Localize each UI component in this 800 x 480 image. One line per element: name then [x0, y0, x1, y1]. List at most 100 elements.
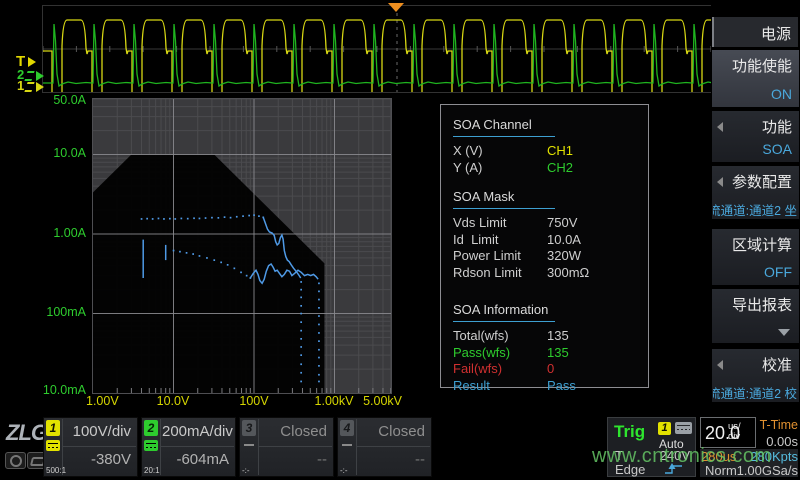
- row-value: 10.0A: [547, 232, 581, 249]
- soa-channel-section: SOA Channel X (V)CH1 Y (A)CH2: [453, 114, 636, 176]
- row-label: Y (A): [453, 160, 547, 177]
- submenu-arrow-icon: [717, 360, 723, 370]
- channel-offset: -604mA: [162, 448, 229, 472]
- menu-item-label: 参数配置: [732, 171, 792, 192]
- menu-item-value: ON: [771, 86, 792, 102]
- row-label: Result: [453, 378, 547, 395]
- menu-item-label: 导出报表: [732, 294, 792, 315]
- menu-item-calibration[interactable]: 校准 电流通道:通道2 校: [712, 349, 799, 402]
- menu-item-function[interactable]: 功能 SOA: [712, 111, 799, 162]
- t-time-label: T-Time: [754, 418, 798, 432]
- x-axis-tick: 10.0V: [152, 394, 194, 408]
- right-arrow-icon: [36, 82, 44, 92]
- y-axis-tick: 50.0A: [34, 93, 86, 107]
- menu-item-function-enable[interactable]: 功能使能 ON: [712, 50, 799, 107]
- row-value: 750V: [547, 215, 577, 232]
- power-button[interactable]: 电源: [712, 17, 798, 47]
- y-axis-tick: 10.0A: [34, 146, 86, 160]
- probe-ratio: -:-: [242, 466, 250, 475]
- menu-item-value: OFF: [764, 264, 792, 280]
- probe-ratio: -:-: [340, 466, 348, 475]
- x-axis-tick: 1.00V: [86, 394, 119, 408]
- channel-scale: Closed: [358, 420, 425, 444]
- x-axis-tick: 5.00kV: [360, 394, 402, 408]
- right-arrow-icon: [28, 57, 36, 67]
- channel-offset: --: [260, 448, 327, 472]
- oscilloscope-screen: T 2 1 50.0A 10.0A 1.00A 100mA 10.0mA 1.0…: [0, 0, 800, 480]
- dropdown-arrow-icon: [778, 329, 790, 336]
- row-label: Total(wfs): [453, 328, 547, 345]
- row-label: Pass(wfs): [453, 345, 547, 362]
- channel-scale: 100V/div: [64, 420, 131, 444]
- trigger-view-waveforms: [42, 5, 712, 93]
- x-axis-tick: 1.00kV: [311, 394, 357, 408]
- row-value: 135: [547, 345, 569, 362]
- dc-coupling-icon: [144, 440, 158, 451]
- menu-item-export-report[interactable]: 导出报表: [712, 289, 799, 343]
- channel-1-badge: 1: [46, 420, 60, 436]
- y-axis-tick: 1.00A: [34, 226, 86, 240]
- channel-4-box[interactable]: 4 -:- Closed --: [337, 417, 432, 477]
- soa-info-panel: SOA Channel X (V)CH1 Y (A)CH2 SOA Mask V…: [440, 104, 649, 388]
- channel-2-box[interactable]: 2 20:1 200mA/div -604mA: [141, 417, 236, 477]
- section-title: SOA Channel: [453, 114, 555, 137]
- trigger-coupling-icon: [675, 422, 692, 434]
- coupling-off-icon: [340, 440, 354, 451]
- submenu-arrow-icon: [717, 177, 723, 187]
- row-value: Pass: [547, 378, 576, 395]
- channel-offset: -380V: [64, 448, 131, 472]
- menu-item-label: 校准: [762, 354, 792, 375]
- touch-icon[interactable]: [5, 452, 26, 469]
- ground-icon: [25, 82, 35, 92]
- coupling-off-icon: [242, 440, 256, 451]
- row-value: CH2: [547, 160, 573, 177]
- channel-4-badge: 4: [340, 420, 354, 436]
- sidebar-menu: 电源 功能使能 ON 功能 SOA 参数配置 电流通道:通道2 坐 区域计算 O…: [711, 0, 800, 480]
- y-axis-tick: 100mA: [34, 305, 86, 319]
- menu-item-area-calc[interactable]: 区域计算 OFF: [712, 229, 799, 285]
- power-button-label: 电源: [761, 23, 791, 44]
- timebase-box[interactable]: 20.0 us/div: [700, 417, 756, 448]
- row-label: X (V): [453, 143, 547, 160]
- row-value: 300mΩ: [547, 265, 589, 282]
- menu-item-label: 功能使能: [732, 55, 792, 76]
- menu-item-subtext: 电流通道:通道2 校: [713, 383, 797, 399]
- menu-item-subtext: 电流通道:通道2 坐: [713, 200, 797, 216]
- x-axis-tick: 100V: [236, 394, 272, 408]
- channel-offset: --: [358, 448, 425, 472]
- row-label: Id Limit: [453, 232, 547, 249]
- row-label: Vds Limit: [453, 215, 547, 232]
- ch1-marker-label: 1: [17, 78, 24, 93]
- section-title: SOA Information: [453, 299, 555, 322]
- submenu-arrow-icon: [717, 122, 723, 132]
- row-label: Fail(wfs): [453, 361, 547, 378]
- menu-item-value: SOA: [762, 141, 792, 157]
- y-axis-tick: 10.0mA: [34, 383, 86, 397]
- row-label: Power Limit: [453, 248, 547, 265]
- trigger-label: Trig: [614, 422, 645, 442]
- channel-scale: Closed: [260, 420, 327, 444]
- row-value: CH1: [547, 143, 573, 160]
- timebase-unit: us/div: [728, 422, 752, 442]
- ch1-zero-level-marker[interactable]: 1: [17, 80, 44, 92]
- menu-item-label: 功能: [762, 116, 792, 137]
- probe-ratio: 20:1: [144, 466, 160, 475]
- row-value: 0: [547, 361, 554, 378]
- row-label: Rdson Limit: [453, 265, 547, 282]
- trigger-position-marker[interactable]: [388, 3, 404, 12]
- section-title: SOA Mask: [453, 186, 555, 209]
- row-value: 320W: [547, 248, 581, 265]
- channel-2-badge: 2: [144, 420, 158, 436]
- soa-mask-section: SOA Mask Vds Limit750V Id Limit10.0A Pow…: [453, 186, 636, 281]
- logo-text: ZLG: [6, 420, 47, 445]
- channel-1-box[interactable]: 1 500:1 100V/div -380V: [43, 417, 138, 477]
- channel-3-box[interactable]: 3 -:- Closed --: [239, 417, 334, 477]
- menu-item-label: 区域计算: [732, 234, 792, 255]
- dc-coupling-icon: [46, 440, 60, 451]
- channel-scale: 200mA/div: [162, 420, 229, 444]
- channel-3-badge: 3: [242, 420, 256, 436]
- menu-item-parameter-config[interactable]: 参数配置 电流通道:通道2 坐: [712, 166, 799, 219]
- soa-information-section: SOA Information Total(wfs)135 Pass(wfs)1…: [453, 299, 636, 394]
- trigger-source-badge: 1: [658, 422, 671, 435]
- soa-xy-plot: [92, 98, 392, 394]
